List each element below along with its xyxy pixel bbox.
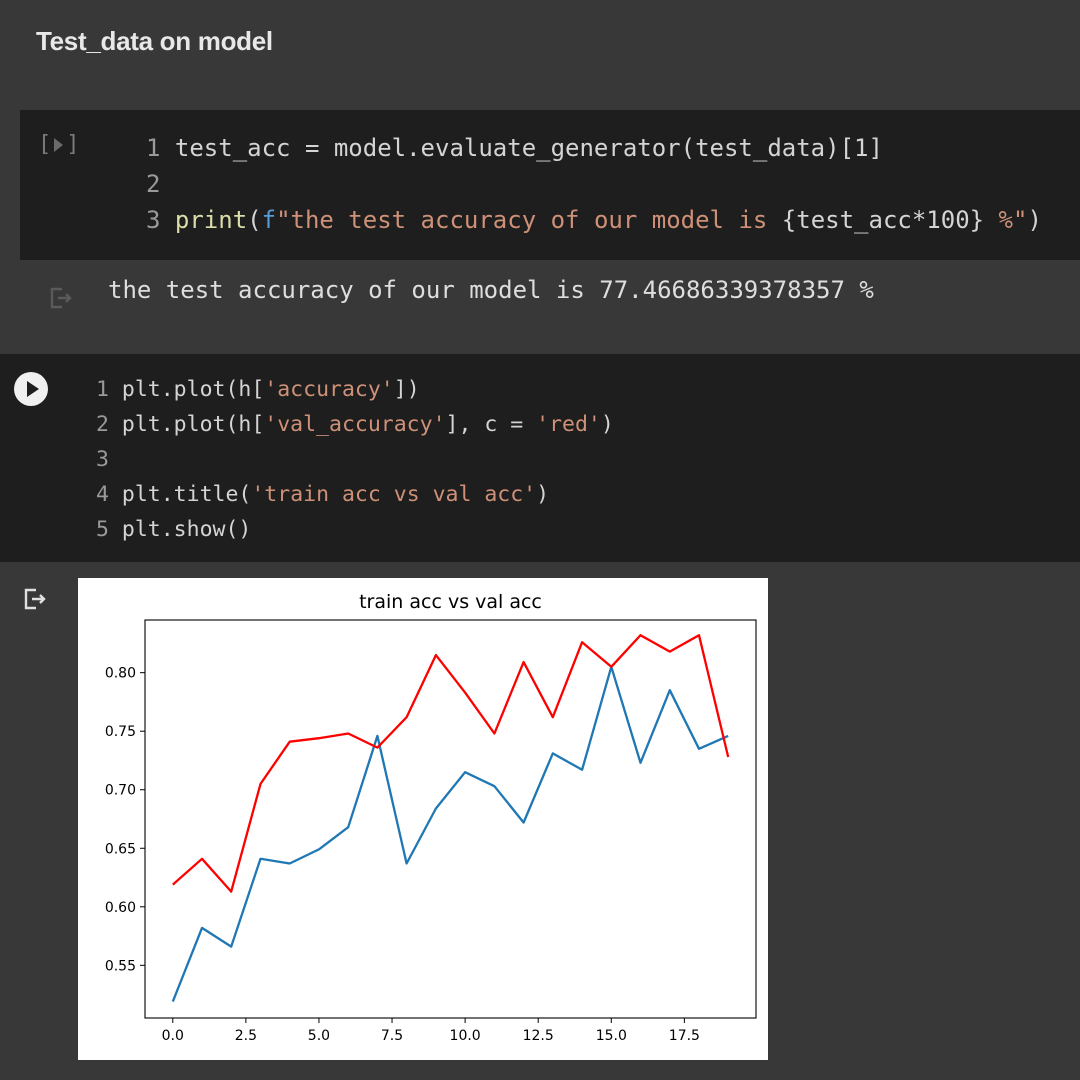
line-number: 3 bbox=[96, 447, 109, 472]
y-tick-label: 0.80 bbox=[105, 666, 136, 682]
code-token: ], c = bbox=[445, 412, 537, 437]
x-tick-label: 0.0 bbox=[162, 1028, 184, 1044]
code-token: ) bbox=[600, 412, 614, 437]
x-tick-label: 17.5 bbox=[669, 1028, 700, 1044]
code-token: f bbox=[261, 206, 277, 234]
code-token: ) bbox=[1027, 206, 1042, 234]
play-icon bbox=[27, 381, 39, 397]
y-tick-label: 0.60 bbox=[105, 900, 136, 916]
line-chart: train acc vs val acc 0.0 2.5 5.0 7.5 10.0 12.5… bbox=[105, 591, 757, 1044]
x-tick-label: 10.0 bbox=[450, 1028, 481, 1044]
output-arrow-icon bbox=[50, 287, 72, 309]
code-token: 'red' bbox=[536, 412, 601, 437]
series-line-1 bbox=[172, 634, 730, 893]
code-line: 1 plt.plot(h['accuracy']) bbox=[96, 372, 614, 407]
y-tick-label: 0.75 bbox=[105, 724, 136, 740]
plot-output: train acc vs val acc 0.0 2.5 5.0 7.5 10.0 12.5… bbox=[78, 578, 768, 1060]
code-editor-1[interactable]: 1 test_acc = model.evaluate_generator(te… bbox=[146, 130, 1042, 238]
code-line: 3 print(f"the test accuracy of our model… bbox=[146, 202, 1042, 238]
code-token: 'accuracy' bbox=[264, 377, 394, 402]
x-tick-label: 12.5 bbox=[523, 1028, 554, 1044]
run-cell-button[interactable] bbox=[14, 372, 48, 406]
code-token: 'val_accuracy' bbox=[264, 412, 446, 437]
series-line-0 bbox=[171, 665, 729, 1003]
code-token: plt.title( bbox=[121, 482, 252, 507]
section-heading: Test_data on model bbox=[36, 26, 273, 56]
code-token: plt.show() bbox=[121, 517, 252, 542]
line-number: 1 bbox=[96, 377, 109, 402]
plot-frame bbox=[144, 619, 757, 1019]
code-token: %" bbox=[984, 206, 1028, 234]
x-tick-label: 15.0 bbox=[596, 1028, 627, 1044]
code-line: 4 plt.title('train acc vs val acc') bbox=[96, 477, 614, 512]
code-line: 5 plt.show() bbox=[96, 512, 614, 547]
code-token: ) bbox=[536, 482, 550, 507]
y-tick-label: 0.70 bbox=[105, 783, 136, 799]
line-number: 3 bbox=[146, 206, 161, 234]
line-number: 2 bbox=[146, 170, 161, 198]
y-tick-label: 0.65 bbox=[105, 841, 136, 857]
chart-title: train acc vs val acc bbox=[359, 591, 542, 613]
code-token: "the test accuracy of our model is bbox=[276, 206, 782, 234]
code-token: 'train acc vs val acc' bbox=[251, 482, 537, 507]
code-editor-2[interactable]: 1 plt.plot(h['accuracy']) 2 plt.plot(h['v… bbox=[96, 372, 614, 547]
line-number: 2 bbox=[96, 412, 109, 437]
code-token: ]) bbox=[393, 377, 420, 402]
code-cell-2[interactable]: 1 plt.plot(h['accuracy']) 2 plt.plot(h['v… bbox=[0, 354, 1080, 562]
x-tick-label: 2.5 bbox=[235, 1028, 257, 1044]
code-line: 3 bbox=[96, 442, 614, 477]
code-token: plt.plot(h[ bbox=[121, 377, 265, 402]
code-line: 2 bbox=[146, 166, 1042, 202]
y-tick-label: 0.55 bbox=[105, 958, 136, 974]
cell-1-output: the test accuracy of our model is 77.466… bbox=[108, 276, 874, 304]
code-line: 2 plt.plot(h['val_accuracy'], c = 'red') bbox=[96, 407, 614, 442]
code-token: test_acc = model.evaluate_generator(test… bbox=[174, 134, 883, 162]
code-token: plt.plot(h[ bbox=[121, 412, 265, 437]
code-line: 1 test_acc = model.evaluate_generator(te… bbox=[146, 130, 1042, 166]
code-token: {test_acc*100} bbox=[781, 206, 985, 234]
x-tick-label: 5.0 bbox=[308, 1028, 330, 1044]
code-token: print bbox=[174, 206, 248, 234]
run-cell-button[interactable]: [] bbox=[38, 132, 80, 157]
x-tick-label: 7.5 bbox=[381, 1028, 403, 1044]
output-arrow-icon bbox=[24, 588, 46, 610]
line-number: 4 bbox=[96, 482, 109, 507]
code-token: ( bbox=[247, 206, 262, 234]
play-icon bbox=[54, 137, 64, 152]
code-cell-1[interactable]: [] 1 test_acc = model.evaluate_generator… bbox=[20, 110, 1080, 260]
line-number: 5 bbox=[96, 517, 109, 542]
line-number: 1 bbox=[146, 134, 161, 162]
